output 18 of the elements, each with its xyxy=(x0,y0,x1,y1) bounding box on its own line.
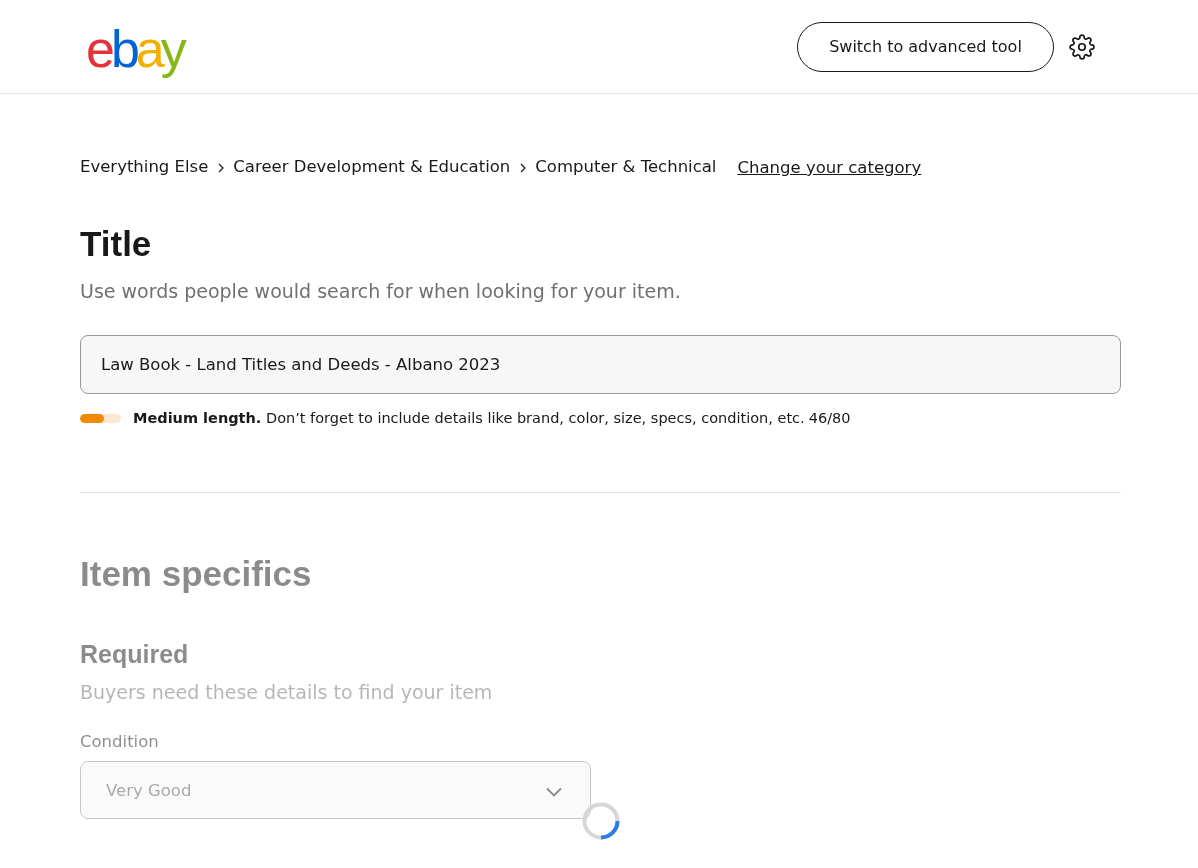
title-input[interactable]: Law Book - Land Titles and Deeds - Albano 2023 xyxy=(80,335,1121,394)
subsection-description: Buyers need these details to find your item xyxy=(80,680,493,705)
chevron-down-icon xyxy=(546,787,562,797)
chevron-right-icon xyxy=(218,163,225,173)
breadcrumb-item: Computer & Technical xyxy=(535,156,717,178)
chevron-right-icon xyxy=(520,163,527,173)
field-label: Condition xyxy=(80,731,159,753)
switch-tool-button[interactable]: Switch to advanced tool xyxy=(797,21,1054,72)
settings-icon[interactable] xyxy=(1069,33,1095,60)
change-category-link[interactable]: Change your category xyxy=(737,156,922,180)
section-description: Use words people would search for when looking for your item. xyxy=(80,279,681,304)
length-hint: Medium length. Don’t forget to include details like brand, color, size, specs, condition, etc. xyxy=(133,409,805,428)
breadcrumb-item: Career Development & Education xyxy=(233,156,511,178)
breadcrumb-item: Everything Else xyxy=(80,156,209,178)
section-heading: Item specifics xyxy=(80,554,312,594)
section-heading: Title xyxy=(80,224,152,264)
subsection-heading: Required xyxy=(80,639,189,670)
character-count: 46/80 xyxy=(808,409,851,428)
